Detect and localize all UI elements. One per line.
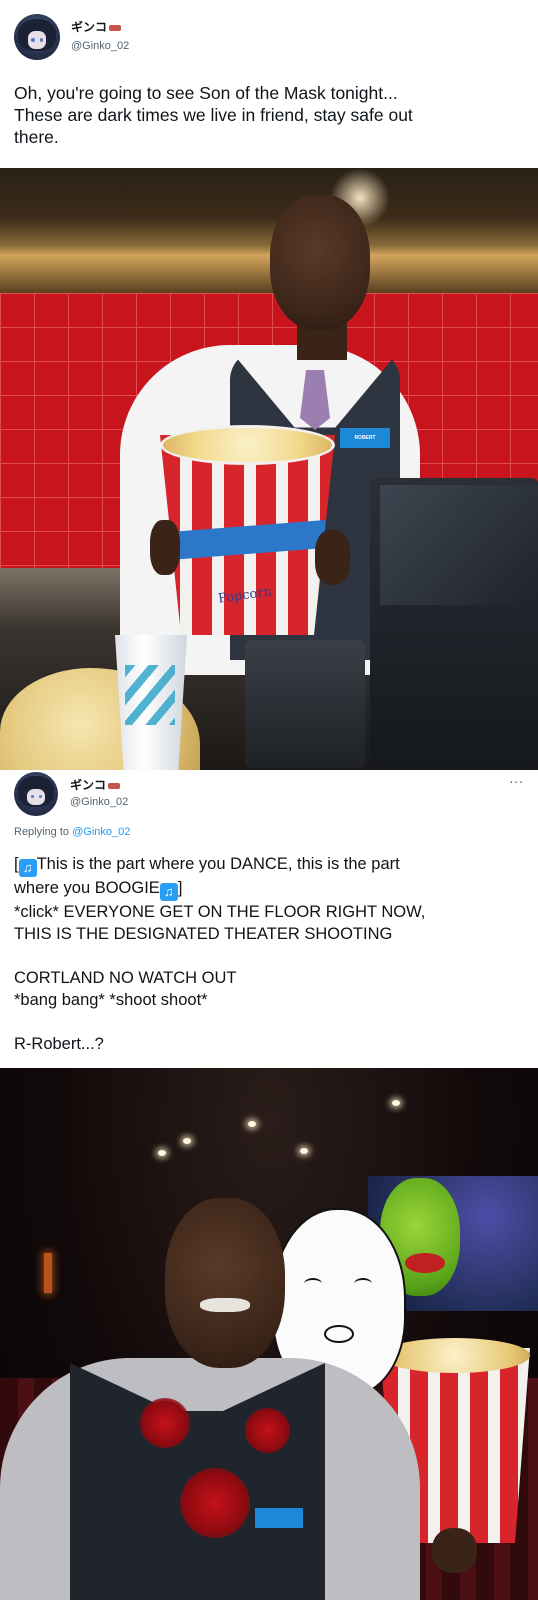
hand xyxy=(432,1528,477,1573)
more-options-icon[interactable]: ... xyxy=(509,770,524,786)
bracket: [ xyxy=(14,855,19,873)
reply-line xyxy=(14,945,524,967)
blood-splatter xyxy=(245,1408,290,1453)
avatar[interactable] xyxy=(14,14,60,60)
register-screen xyxy=(380,485,538,605)
wojak-mouth xyxy=(324,1325,354,1343)
name-badge xyxy=(255,1508,303,1528)
reply-line-text: where you BOOGIE xyxy=(14,879,160,897)
ceiling-light xyxy=(392,1100,400,1106)
reply-line: *bang bang* *shoot shoot* xyxy=(14,991,208,1009)
tweet-text-line: there. xyxy=(14,127,59,147)
ceiling-light xyxy=(248,1121,256,1127)
tweet-text-line: Oh, you're going to see Son of the Mask … xyxy=(14,83,398,103)
hood xyxy=(0,168,538,293)
music-note-icon: ♫ xyxy=(18,859,37,877)
reply-line: R-Robert...? xyxy=(14,1035,104,1053)
reply-line: *click* EVERYONE GET ON THE FLOOR RIGHT … xyxy=(14,903,426,921)
robert-head xyxy=(165,1198,285,1368)
tweet-image-popcorn[interactable]: ROBERT Popcorn xyxy=(0,168,538,770)
blood-splatter xyxy=(140,1398,190,1448)
reply-display-name[interactable]: ギンコ xyxy=(70,776,121,793)
replying-prefix: Replying to xyxy=(14,826,70,838)
reply-image-theater[interactable] xyxy=(0,1068,538,1600)
reply-line xyxy=(14,1011,524,1033)
avatar-face xyxy=(27,788,45,806)
reply-handle[interactable]: @Ginko_02 xyxy=(70,796,128,808)
reply-display-name-text: ギンコ xyxy=(70,778,107,792)
wojak-eye xyxy=(304,1278,322,1290)
blood-splatter xyxy=(180,1468,250,1538)
reply-line: CORTLAND NO WATCH OUT xyxy=(14,969,237,987)
soda-cup xyxy=(115,635,187,770)
ceiling-light xyxy=(300,1148,308,1154)
mask-mouth xyxy=(405,1253,445,1273)
popcorn-top xyxy=(160,425,335,465)
reply-avatar[interactable] xyxy=(14,772,58,816)
handle[interactable]: @Ginko_02 xyxy=(71,40,129,52)
flag-emoji-icon xyxy=(108,782,121,789)
employee-head xyxy=(270,195,370,330)
robert-teeth xyxy=(200,1298,250,1312)
name-badge: ROBERT xyxy=(340,428,390,448)
display-name[interactable]: ギンコ xyxy=(71,18,122,35)
ceiling-light xyxy=(183,1138,191,1144)
replying-handle-link[interactable]: @Ginko_02 xyxy=(72,826,130,838)
tweet-text: Oh, you're going to see Son of the Mask … xyxy=(14,82,514,148)
reply-line: THIS IS THE DESIGNATED THEATER SHOOTING xyxy=(14,925,393,943)
wojak-eye xyxy=(354,1278,372,1290)
display-name-text: ギンコ xyxy=(71,20,108,34)
reply-text: [♫ This is the part where you DANCE, this… xyxy=(14,853,524,1055)
left-hand xyxy=(150,520,180,575)
reply-line-text: This is the part where you DANCE, this i… xyxy=(36,855,400,873)
receipt-printer xyxy=(245,640,365,768)
tweet-text-line: These are dark times we live in friend, … xyxy=(14,105,413,125)
reply-line: where you BOOGIE ♫] xyxy=(14,877,524,901)
flag-emoji-icon xyxy=(109,24,122,31)
ceiling-light xyxy=(158,1150,166,1156)
music-note-icon: ♫ xyxy=(159,883,178,901)
avatar-eye xyxy=(31,37,36,42)
avatar-eye xyxy=(39,37,44,42)
replying-to: Replying to @Ginko_02 xyxy=(14,826,130,838)
right-hand xyxy=(315,530,350,585)
bracket: ] xyxy=(177,879,183,897)
reply-line: [♫ This is the part where you DANCE, this… xyxy=(14,853,524,877)
wall-light xyxy=(44,1253,52,1293)
